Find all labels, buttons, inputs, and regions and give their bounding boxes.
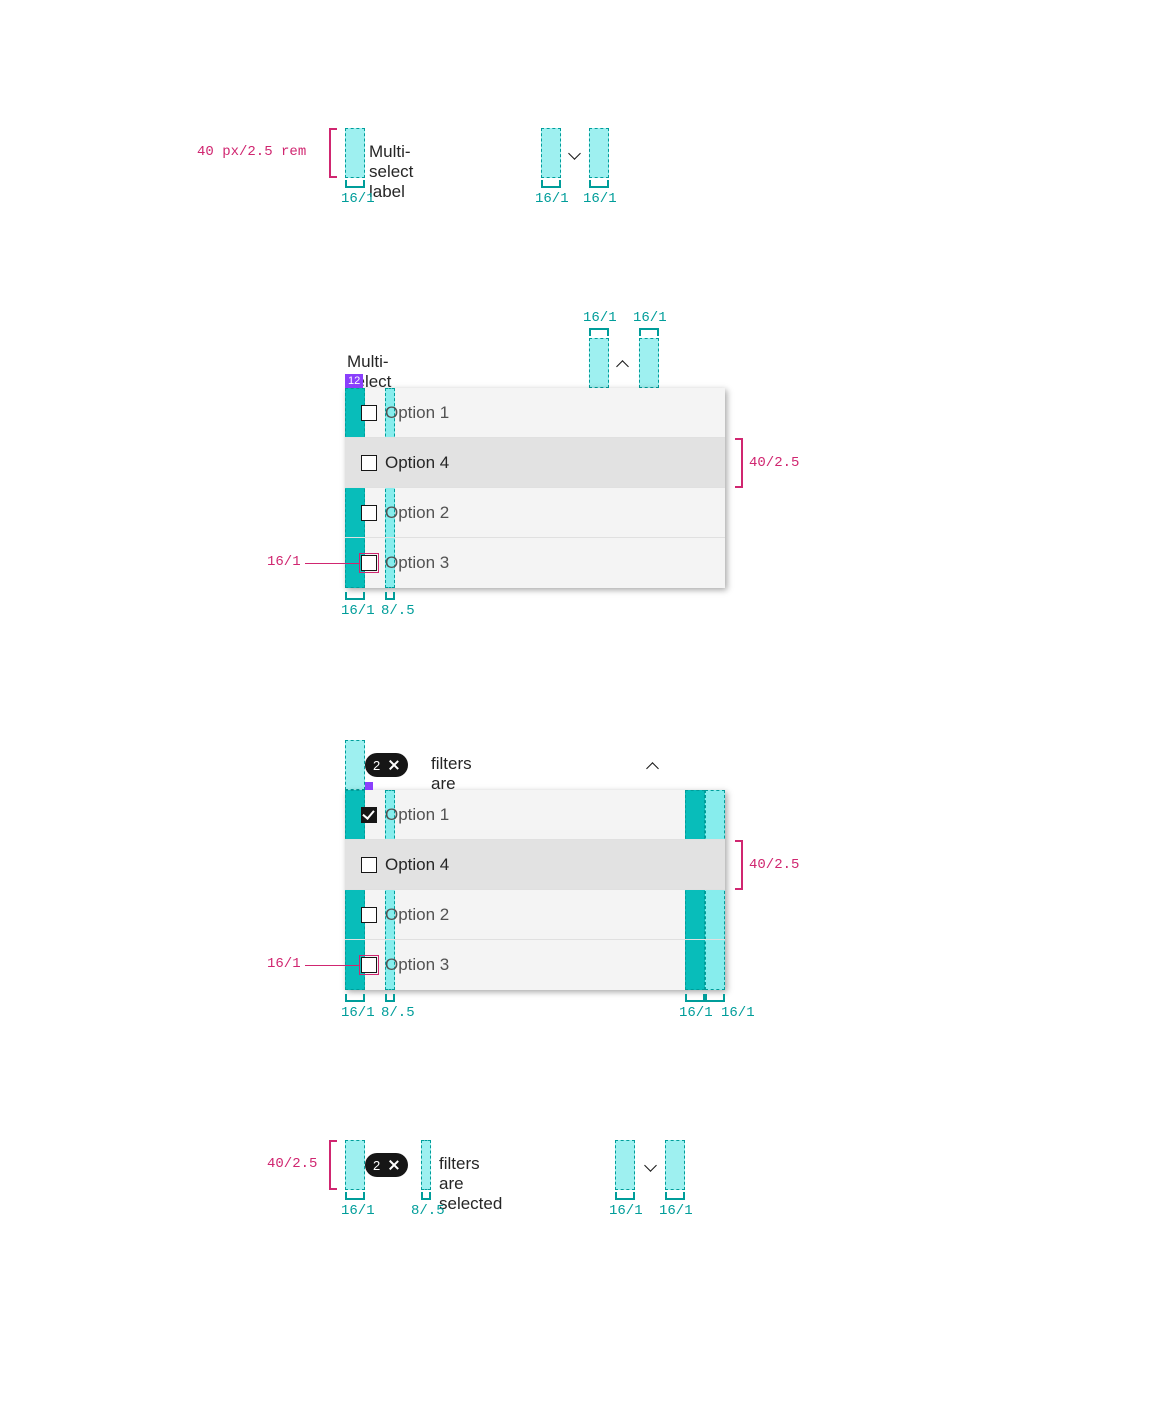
- selected-count-tag[interactable]: 2: [365, 1153, 408, 1177]
- option-label: Option 3: [385, 955, 449, 975]
- pad-bracket-after-tag: [421, 1192, 431, 1200]
- checkbox-icon[interactable]: [361, 555, 377, 571]
- checkbox-leadline: [305, 965, 360, 966]
- padding-swatch-chevron-right: [665, 1140, 685, 1190]
- chevron-up-icon[interactable]: [645, 757, 661, 773]
- option-row[interactable]: Option 4: [345, 438, 725, 488]
- option-row[interactable]: Option 2: [345, 890, 725, 940]
- padding-swatch-left: [345, 1140, 365, 1190]
- pad-bracket-after-checkbox: [385, 592, 395, 600]
- row-height-spec: 40/2.5: [749, 857, 799, 873]
- selected-count-tag[interactable]: 2: [365, 753, 408, 777]
- option-row[interactable]: Option 1: [345, 790, 725, 840]
- padding-swatch-chevron-right: [639, 338, 659, 388]
- pad-bracket-chev-left: [615, 1192, 635, 1200]
- pad-label-after-checkbox: 8/.5: [381, 1005, 415, 1021]
- checkbox-icon[interactable]: [361, 957, 377, 973]
- option-row[interactable]: Option 4: [345, 840, 725, 890]
- clear-icon[interactable]: [386, 757, 402, 773]
- pad-bracket-chev-right: [639, 328, 659, 336]
- height-spec: 40 px/2.5 rem: [197, 144, 306, 160]
- pad-bracket-left: [345, 1192, 365, 1200]
- option-label: Option 1: [385, 403, 449, 423]
- pad-bracket-after-checkbox: [385, 994, 395, 1002]
- pad-label-chev-left: 16/1: [609, 1203, 643, 1219]
- pad-bracket-chev-right: [589, 180, 609, 188]
- pad-bracket-panel-left: [345, 994, 365, 1002]
- height-spec: 40/2.5: [267, 1156, 317, 1172]
- row-height-bracket: [735, 438, 743, 488]
- chevron-down-icon[interactable]: [567, 145, 583, 161]
- pad-label-after-tag: 8/.5: [411, 1203, 445, 1219]
- tag-count: 2: [365, 758, 386, 773]
- checkbox-icon[interactable]: [361, 505, 377, 521]
- row-height-spec: 40/2.5: [749, 455, 799, 471]
- tag-count: 2: [365, 1158, 386, 1173]
- row-height-bracket: [735, 840, 743, 890]
- padding-swatch-chevron-left: [541, 128, 561, 178]
- option-label: Option 2: [385, 905, 449, 925]
- option-row[interactable]: Option 1: [345, 388, 725, 438]
- option-label: Option 4: [385, 855, 449, 875]
- padding-swatch-chevron-left: [615, 1140, 635, 1190]
- height-bracket: [329, 128, 337, 178]
- padding-swatch-tagrow-left: [345, 740, 365, 790]
- option-row[interactable]: Option 2: [345, 488, 725, 538]
- checkbox-size-spec: 16/1: [267, 554, 301, 570]
- pad-label-chev-left: 16/1: [583, 310, 617, 326]
- height-bracket: [329, 1140, 337, 1190]
- pad-label-chev-left: 16/1: [535, 191, 569, 207]
- option-label: Option 1: [385, 805, 449, 825]
- checkbox-icon[interactable]: [361, 405, 377, 421]
- pad-label-right-inner: 16/1: [679, 1005, 713, 1021]
- pad-label-panel-left: 16/1: [341, 603, 375, 619]
- pad-bracket-right-inner: [685, 994, 705, 1002]
- checkbox-icon[interactable]: [361, 907, 377, 923]
- option-row[interactable]: Option 3: [345, 538, 725, 588]
- option-row[interactable]: Option 3: [345, 940, 725, 990]
- pad-label-chev-right: 16/1: [633, 310, 667, 326]
- checkbox-icon[interactable]: [361, 857, 377, 873]
- pad-bracket-panel-left: [345, 592, 365, 600]
- pad-label-chev-right: 16/1: [659, 1203, 693, 1219]
- pad-bracket-chev-right: [665, 1192, 685, 1200]
- options-panel: 12 Option 1 Option 4 Option 2 Option 3: [345, 388, 725, 588]
- chevron-down-icon[interactable]: [643, 1157, 659, 1173]
- pad-bracket-chev-left: [541, 180, 561, 188]
- pad-label-chev-right: 16/1: [583, 191, 617, 207]
- pad-label-after-checkbox: 8/.5: [381, 603, 415, 619]
- badge-12: 12: [345, 374, 363, 388]
- chevron-up-icon[interactable]: [615, 355, 631, 371]
- pad-label-panel-left: 16/1: [341, 1005, 375, 1021]
- clear-icon[interactable]: [386, 1157, 402, 1173]
- checkbox-icon[interactable]: [361, 807, 377, 823]
- option-label: Option 3: [385, 553, 449, 573]
- pad-bracket-left: [345, 180, 365, 188]
- padding-swatch-chevron-right: [589, 128, 609, 178]
- padding-swatch-chevron-left: [589, 338, 609, 388]
- options-panel: Option 1 Option 4 Option 2 Option 3: [345, 790, 725, 990]
- checkbox-size-spec: 16/1: [267, 956, 301, 972]
- pad-label-right-outer: 16/1: [721, 1005, 755, 1021]
- checkbox-icon[interactable]: [361, 455, 377, 471]
- option-label: Option 2: [385, 503, 449, 523]
- option-label: Option 4: [385, 453, 449, 473]
- checkbox-leadline: [305, 563, 360, 564]
- pad-bracket-right-outer: [705, 994, 725, 1002]
- pad-label-left: 16/1: [341, 191, 375, 207]
- purple-marker: [365, 782, 373, 790]
- pad-bracket-chev-left: [589, 328, 609, 336]
- pad-label-left: 16/1: [341, 1203, 375, 1219]
